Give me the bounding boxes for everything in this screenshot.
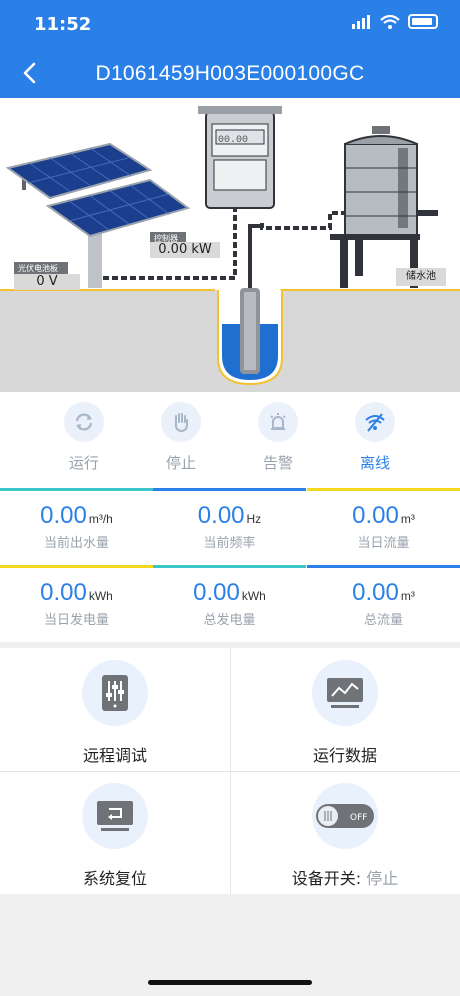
- system-reset-button[interactable]: 系统复位: [0, 771, 230, 894]
- metric-label: 当日发电量: [43, 613, 109, 628]
- controller-power: 0.00 kW: [150, 242, 220, 258]
- device-switch-label: 设备开关: 停止: [291, 869, 399, 888]
- pump-system-illustration: 00.00: [0, 106, 460, 386]
- status-stopped[interactable]: 停止: [141, 402, 221, 473]
- water-tank-icon: [330, 126, 438, 288]
- metric-unit: kWh: [88, 589, 113, 603]
- status-icons: [352, 14, 438, 29]
- home-indicator: [148, 980, 312, 985]
- hand-icon: [174, 413, 188, 433]
- system-diagram: 00.00 光伏电池板 0 V 控制器 0.00 kW 储水池: [0, 98, 460, 392]
- metric-unit: m³: [400, 589, 415, 603]
- battery-icon: [408, 14, 438, 29]
- run-data-label: 运行数据: [312, 746, 377, 765]
- solar-panel-icon: [5, 142, 191, 238]
- status-time: 11:52: [34, 14, 92, 35]
- metric-label: 当前频率: [203, 536, 256, 551]
- status-label-alarm: 告警: [262, 454, 293, 472]
- metric-daily-energy: 0.00 kWh 当日发电量: [0, 565, 153, 642]
- meter-display: 00.00: [218, 135, 248, 146]
- action-grid: 远程调试 运行数据 系统复位 OFF 设备开关: 停止: [0, 648, 460, 894]
- status-running[interactable]: 运行: [44, 402, 124, 473]
- wifi-icon: [380, 14, 400, 29]
- panel-voltage: 0 V: [14, 274, 80, 290]
- status-label-offline: 离线: [359, 454, 390, 472]
- metric-value: 0.00: [40, 502, 87, 529]
- run-data-button[interactable]: 运行数据: [230, 648, 460, 771]
- remote-debug-label: 远程调试: [82, 746, 147, 765]
- wifi-off-icon: [365, 413, 385, 432]
- app-header: 11:52 D1061459H003E000100GC: [0, 0, 460, 98]
- alarm-icon: [270, 413, 286, 430]
- metric-unit: m³/h: [88, 512, 113, 526]
- controller-icon: [198, 106, 282, 209]
- metric-label: 总流量: [363, 613, 403, 628]
- svg-text:OFF: OFF: [350, 813, 367, 823]
- metric-total-energy: 0.00 kWh 总发电量: [153, 565, 306, 642]
- metric-label: 总发电量: [203, 613, 256, 628]
- status-label-running: 运行: [68, 454, 99, 472]
- remote-debug-button[interactable]: 远程调试: [0, 648, 230, 771]
- metric-value: 0.00: [197, 502, 245, 529]
- toggle-off-icon: OFF: [316, 804, 374, 828]
- tank-label: 储水池: [396, 268, 446, 286]
- metric-label: 当日流量: [357, 536, 410, 551]
- refresh-icon: [75, 413, 93, 431]
- metric-label: 当前出水量: [43, 536, 109, 551]
- device-switch-button[interactable]: OFF 设备开关: 停止: [230, 771, 460, 894]
- remote-control-icon: [102, 675, 128, 711]
- status-alarm[interactable]: 告警: [238, 402, 318, 473]
- metric-total-flow: 0.00 m³ 总流量: [307, 565, 460, 642]
- metric-value: 0.00: [352, 502, 399, 529]
- status-row: 运行 停止 告警 离线: [0, 392, 460, 488]
- metric-frequency: 0.00 Hz 当前频率: [153, 488, 306, 565]
- metric-value: 0.00: [352, 579, 399, 606]
- signal-icon: [352, 14, 370, 29]
- reset-icon: [97, 801, 133, 831]
- metric-daily-flow: 0.00 m³ 当日流量: [307, 488, 460, 565]
- metric-value: 0.00: [193, 579, 240, 606]
- device-switch-state: 停止: [366, 869, 399, 888]
- status-offline[interactable]: 离线: [335, 402, 415, 473]
- system-reset-label: 系统复位: [82, 869, 147, 888]
- status-label-stopped: 停止: [165, 454, 196, 472]
- metric-unit: kWh: [241, 589, 266, 603]
- page-title: D1061459H003E000100GC: [95, 62, 365, 85]
- metric-flow-rate: 0.00 m³/h 当前出水量: [0, 488, 153, 565]
- chart-monitor-icon: [327, 678, 363, 708]
- metric-unit: Hz: [246, 512, 262, 526]
- metric-value: 0.00: [40, 579, 87, 606]
- metric-unit: m³: [400, 512, 415, 526]
- metrics-panel: 0.00 m³/h 当前出水量 0.00 Hz 当前频率 0.00 m³ 当日流量 0…: [0, 488, 460, 642]
